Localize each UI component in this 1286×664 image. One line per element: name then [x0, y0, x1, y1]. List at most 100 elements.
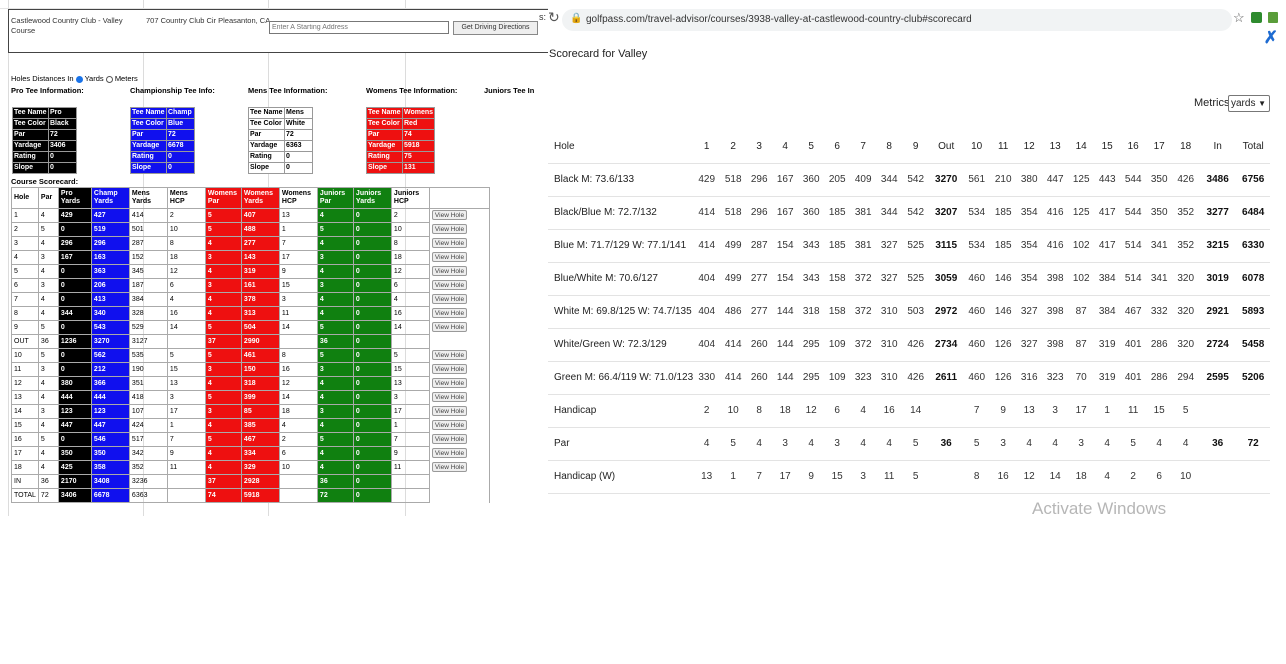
scorecard-cell: 8 — [746, 394, 773, 428]
view-hole-button[interactable]: View Hole — [431, 279, 468, 290]
scorecard-cell: 4 — [37, 446, 59, 461]
scorecard-cell: 444 — [57, 390, 92, 405]
tee-table-cell: Womens — [401, 107, 436, 119]
view-hole-button[interactable]: View Hole — [431, 419, 468, 430]
tee-table-cell: Pro — [48, 107, 77, 119]
scorecard-cell: 36 — [37, 474, 59, 489]
scorecard-cell: 0 — [57, 278, 92, 293]
scorecard-cell: 4 — [798, 427, 825, 461]
scorecard-cell: 460 — [963, 295, 991, 329]
scorecard-cell: 125 — [1068, 196, 1095, 230]
scorecard-cell: 17 — [1068, 394, 1095, 428]
scorecard-cell: 3 — [824, 427, 851, 461]
tee-table-row: Rating 0 — [12, 151, 77, 163]
close-icon[interactable]: ✗ — [1264, 28, 1278, 48]
scorecard-cell: 4 — [37, 418, 59, 433]
scorecard-cell: 3207 — [929, 196, 964, 230]
scorecard-header-cell: Par — [37, 187, 59, 209]
scorecard-cell: 0 — [57, 362, 92, 377]
view-hole-button[interactable]: View Hole — [431, 363, 468, 374]
scorecard-cell: 350 — [90, 446, 130, 461]
reload-icon[interactable]: ↻ — [548, 9, 560, 26]
view-hole-button[interactable]: View Hole — [431, 265, 468, 276]
scorecard-cell: 352 — [1172, 196, 1200, 230]
scorecard-cell: 4 — [1042, 427, 1069, 461]
view-hole-button[interactable]: View Hole — [431, 377, 468, 388]
scorecard-cell: 17 — [278, 250, 318, 265]
scorecard-cell: 447 — [57, 418, 92, 433]
view-hole-button[interactable]: View Hole — [431, 223, 468, 234]
tee-table-cell: Yardage — [12, 140, 49, 152]
scorecard-cell — [929, 394, 964, 428]
scorecard-cell: 2611 — [929, 361, 964, 395]
scorecard-row: 16 5 0 546 517 7 5 467 2 5 0 7 View Hole — [11, 432, 490, 447]
tee-table-row: Slope 131 — [366, 162, 436, 174]
scorecard-cell: 426 — [1172, 163, 1200, 197]
view-hole-cell: View Hole — [428, 278, 490, 293]
puzzle-icon[interactable] — [1268, 12, 1278, 23]
view-hole-button[interactable]: View Hole — [431, 391, 468, 402]
metrics-select[interactable]: yards ▼ — [1228, 95, 1270, 112]
view-hole-button[interactable]: View Hole — [431, 461, 468, 472]
starting-address-input[interactable] — [269, 21, 449, 34]
view-hole-button[interactable]: View Hole — [431, 237, 468, 248]
scorecard-cell: 345 — [128, 264, 168, 279]
extension-icon[interactable] — [1251, 12, 1262, 23]
scorecard-cell: 499 — [720, 229, 747, 263]
scorecard-cell: 0 — [352, 278, 392, 293]
tee-table-row: Par 72 — [12, 129, 77, 141]
view-hole-cell: View Hole — [428, 306, 490, 321]
view-hole-button[interactable]: View Hole — [431, 251, 468, 262]
view-hole-button[interactable]: View Hole — [431, 433, 468, 444]
view-hole-button[interactable]: View Hole — [431, 405, 468, 416]
scorecard-cell: 210 — [990, 163, 1017, 197]
radio-yards[interactable] — [75, 75, 83, 83]
metrics-label: Metrics: — [1194, 97, 1233, 109]
star-icon[interactable]: ☆ — [1233, 10, 1245, 26]
scorecard-cell: 344 — [876, 196, 903, 230]
scorecard-cell: 14 — [11, 404, 39, 419]
scorecard-cell: 70 — [1068, 361, 1095, 395]
scorecard-cell: 5 — [11, 264, 39, 279]
scorecard-cell: 1 — [11, 208, 39, 223]
scorecard-cell: 3 — [850, 460, 877, 494]
view-hole-button[interactable]: View Hole — [431, 447, 468, 458]
scorecard-cell: 85 — [240, 404, 280, 419]
scorecard-cell: 525 — [902, 229, 930, 263]
tee-table-cell: 72 — [284, 129, 313, 141]
scorecard-cell: 320 — [1172, 328, 1200, 362]
scorecard-cell: 3 — [990, 427, 1017, 461]
view-hole-button[interactable]: View Hole — [431, 321, 468, 332]
scorecard-cell: 4 — [316, 264, 354, 279]
scorecard-cell: 525 — [902, 262, 930, 296]
scorecard-cell: 18 — [166, 250, 206, 265]
tee-table-cell: 0 — [166, 162, 195, 174]
scorecard-cell: 518 — [720, 196, 747, 230]
tee-table-red: Tee Name Womens Tee Color Red Par 74 Yardage 59… — [366, 107, 436, 174]
scorecard-cell: 447 — [1042, 163, 1069, 197]
view-hole-button[interactable]: View Hole — [431, 209, 468, 220]
view-hole-button[interactable]: View Hole — [431, 293, 468, 304]
scorecard-cell: 11 — [990, 130, 1017, 164]
tee-table-black: Tee Name Pro Tee Color Black Par 72 Yardage 340… — [12, 107, 77, 174]
scorecard-cell — [278, 334, 318, 349]
scorecard-cell: 0 — [352, 334, 392, 349]
url-text[interactable]: golfpass.com/travel-advisor/courses/3938… — [586, 14, 972, 25]
scorecard-cell: 4 — [316, 418, 354, 433]
scorecard-cell: 6078 — [1236, 262, 1271, 296]
scorecard-cell: 158 — [824, 295, 851, 329]
scorecard-cell: Total — [1236, 130, 1271, 164]
scorecard-cell: 0 — [352, 208, 392, 223]
scorecard-header-cell: Juniors Par — [316, 187, 354, 209]
scorecard-cell: 158 — [824, 262, 851, 296]
scorecard-cell: 15 — [11, 418, 39, 433]
scorecard-cell: 3406 — [57, 488, 92, 503]
view-hole-button[interactable]: View Hole — [431, 349, 468, 360]
scorecard-cell: 146 — [990, 295, 1017, 329]
scorecard-cell: 0 — [352, 460, 392, 475]
view-hole-button[interactable]: View Hole — [431, 307, 468, 318]
scorecard-cell: 3 — [1068, 427, 1095, 461]
view-hole-cell — [428, 474, 490, 489]
radio-meters[interactable] — [105, 75, 113, 83]
get-directions-button[interactable]: Get Driving Directions — [453, 21, 538, 35]
